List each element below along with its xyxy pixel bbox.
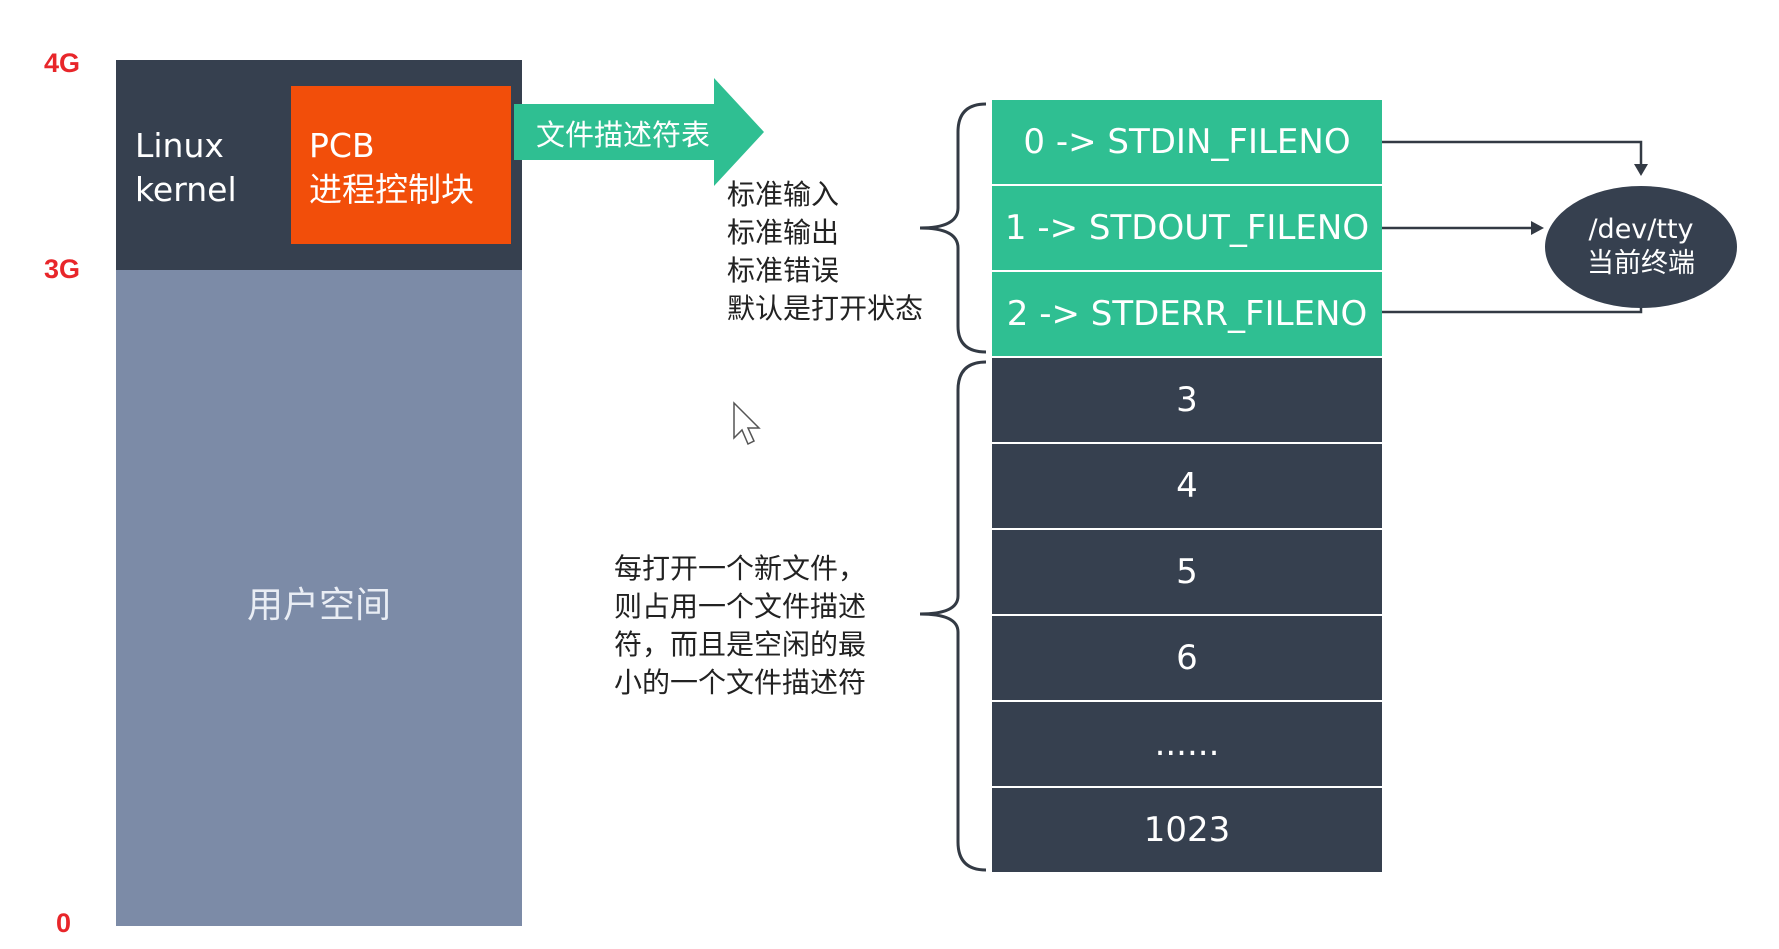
- std-fd-note: 标准输入 标准输出 标准错误 默认是打开状态: [727, 178, 924, 325]
- std-fd-brace: [919, 102, 987, 354]
- stdin-connector: [1382, 140, 1643, 166]
- fd-row-1023: 1023: [992, 788, 1382, 872]
- fd-row-stderr: 2 -> STDERR_FILENO: [992, 272, 1382, 356]
- fd-table: 0 -> STDIN_FILENO 1 -> STDOUT_FILENO 2 -…: [992, 100, 1382, 874]
- mouse-cursor-icon: [733, 401, 761, 446]
- fd-row-4: 4: [992, 444, 1382, 528]
- diagram-graphics: [514, 78, 1648, 872]
- fd-row-3: 3: [992, 358, 1382, 442]
- dev-tty-label: 当前终端: [1587, 248, 1695, 279]
- fd-row-5: 5: [992, 530, 1382, 614]
- fd-table-arrow-label: 文件描述符表: [535, 118, 710, 152]
- stdout-arrowhead: [1531, 221, 1544, 235]
- dev-tty-path: /dev/tty: [1588, 214, 1694, 245]
- dev-tty-node: /dev/tty 当前终端: [1545, 186, 1737, 308]
- open-file-note: 每打开一个新文件， 则占用一个文件描述 符，而且是空闲的最 小的一个文件描述符: [614, 552, 867, 699]
- fd-row-stdout: 1 -> STDOUT_FILENO: [992, 186, 1382, 270]
- free-fd-brace: [919, 360, 987, 872]
- stdin-arrowhead: [1634, 164, 1648, 176]
- fd-row-stdin: 0 -> STDIN_FILENO: [992, 100, 1382, 184]
- fd-row-6: 6: [992, 616, 1382, 700]
- fd-row-ellipsis: ......: [992, 702, 1382, 786]
